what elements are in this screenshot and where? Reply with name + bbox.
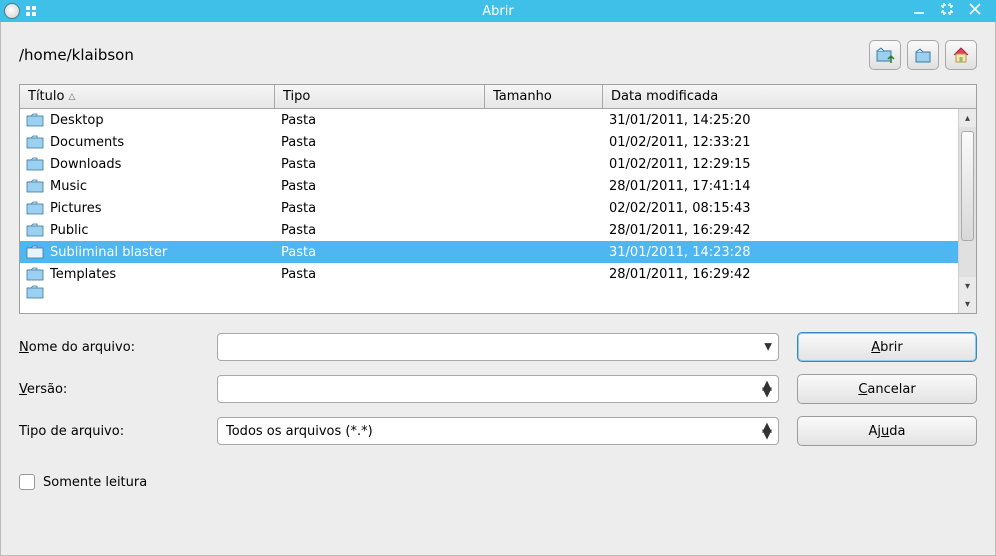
open-dialog: /home/klaibson Título△ Tipo Tamanho Data… (0, 22, 996, 556)
scroll-down-icon[interactable]: ▾ (959, 295, 976, 313)
filename-input[interactable]: ▼ (217, 333, 779, 361)
file-row[interactable]: Public Pasta 28/01/2011, 16:29:42 (20, 219, 958, 241)
file-type: Pasta (281, 179, 491, 194)
filename-label: Nome do arquivo: (19, 339, 199, 355)
file-row[interactable]: Subliminal blaster Pasta 31/01/2011, 14:23… (20, 241, 958, 263)
column-header-type[interactable]: Tipo (275, 85, 485, 108)
file-name: Pictures (50, 201, 101, 216)
scroll-thumb[interactable] (961, 131, 974, 241)
file-type: Pasta (281, 267, 491, 282)
current-path: /home/klaibson (19, 46, 134, 64)
scroll-up-icon[interactable]: ▴ (959, 109, 976, 127)
cancel-button[interactable]: Cancelar (797, 374, 977, 404)
updown-icon: ▲▼ (762, 424, 772, 438)
file-modified: 28/01/2011, 17:41:14 (609, 179, 958, 194)
file-row[interactable] (20, 285, 958, 299)
file-name: Templates (50, 267, 116, 282)
readonly-label: Somente leitura (43, 475, 147, 490)
app-icon (4, 3, 20, 19)
scroll-down-icon[interactable]: ▾ (959, 277, 976, 295)
file-modified: 01/02/2011, 12:33:21 (609, 135, 958, 150)
close-button[interactable] (968, 2, 982, 20)
column-headers: Título△ Tipo Tamanho Data modificada (20, 85, 976, 109)
filetype-label: Tipo de arquivo: (19, 423, 199, 439)
file-name: Desktop (50, 113, 104, 128)
file-row[interactable]: Desktop Pasta 31/01/2011, 14:25:20 (20, 109, 958, 131)
file-name: Public (50, 223, 88, 238)
grip-icon (26, 6, 36, 16)
minimize-button[interactable] (912, 2, 926, 20)
file-modified: 02/02/2011, 08:15:43 (609, 201, 958, 216)
version-select[interactable]: ▲▼ (217, 375, 779, 403)
file-type: Pasta (281, 245, 491, 260)
file-row[interactable]: Templates Pasta 28/01/2011, 16:29:42 (20, 263, 958, 285)
sort-ascending-icon: △ (68, 92, 75, 102)
file-modified: 31/01/2011, 14:25:20 (609, 113, 958, 128)
file-type: Pasta (281, 201, 491, 216)
file-type: Pasta (281, 157, 491, 172)
window-title: Abrir (482, 4, 513, 19)
help-button[interactable]: Ajuda (797, 416, 977, 446)
file-name: Subliminal blaster (50, 245, 167, 260)
file-type: Pasta (281, 113, 491, 128)
file-type: Pasta (281, 135, 491, 150)
chevron-down-icon: ▼ (764, 342, 772, 353)
updown-icon: ▲▼ (762, 382, 772, 396)
file-modified: 28/01/2011, 16:29:42 (609, 267, 958, 282)
open-button[interactable]: Abrir (797, 332, 977, 362)
readonly-checkbox[interactable] (19, 474, 35, 490)
file-row[interactable]: Music Pasta 28/01/2011, 17:41:14 (20, 175, 958, 197)
home-button[interactable] (945, 40, 977, 70)
file-name: Documents (50, 135, 124, 150)
file-name: Music (50, 179, 87, 194)
file-type: Pasta (281, 223, 491, 238)
file-list: Título△ Tipo Tamanho Data modificada Des… (19, 84, 977, 314)
up-one-level-button[interactable] (869, 40, 901, 70)
filetype-select[interactable]: Todos os arquivos (*.*) ▲▼ (217, 417, 779, 445)
column-header-modified[interactable]: Data modificada (603, 85, 976, 108)
file-name: Downloads (50, 157, 121, 172)
file-modified: 28/01/2011, 16:29:42 (609, 223, 958, 238)
titlebar: Abrir (0, 0, 996, 22)
vertical-scrollbar[interactable]: ▴ ▾ ▾ (958, 109, 976, 313)
column-header-title[interactable]: Título△ (20, 85, 275, 108)
file-modified: 31/01/2011, 14:23:28 (609, 245, 958, 260)
file-modified: 01/02/2011, 12:29:15 (609, 157, 958, 172)
column-header-size[interactable]: Tamanho (485, 85, 603, 108)
version-label: Versão: (19, 381, 199, 397)
new-folder-button[interactable] (907, 40, 939, 70)
maximize-button[interactable] (940, 2, 954, 20)
file-row[interactable]: Pictures Pasta 02/02/2011, 08:15:43 (20, 197, 958, 219)
file-row[interactable]: Documents Pasta 01/02/2011, 12:33:21 (20, 131, 958, 153)
file-row[interactable]: Downloads Pasta 01/02/2011, 12:29:15 (20, 153, 958, 175)
